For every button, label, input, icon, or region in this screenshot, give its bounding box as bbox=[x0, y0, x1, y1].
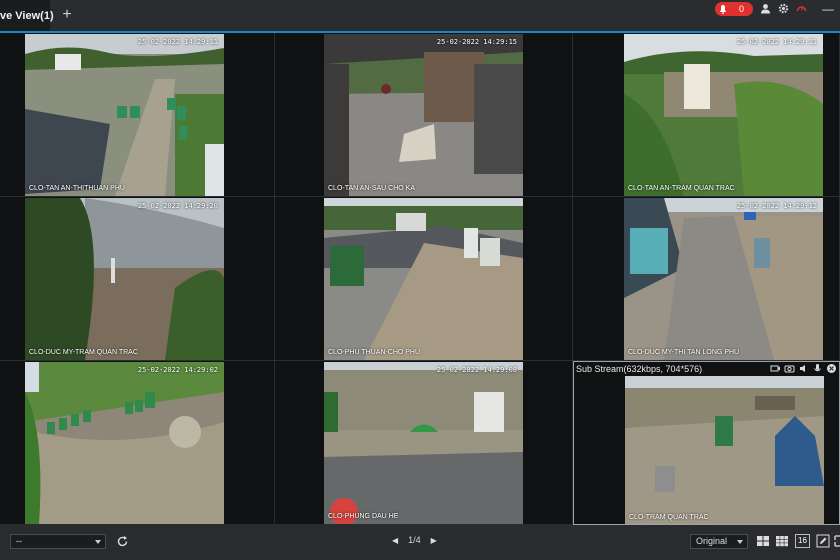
camera-timestamp: 25-02-2022 14:29:11 bbox=[137, 38, 218, 46]
aspect-ratio-select[interactable]: Original bbox=[690, 534, 748, 549]
chevron-down-icon bbox=[737, 540, 743, 544]
camera-label: CLO-PHU THUAN-CHO PHU bbox=[328, 349, 421, 356]
camera-feed-7: 25-02-2022 14:29:02 bbox=[25, 362, 224, 524]
user-icon[interactable] bbox=[760, 3, 771, 14]
audio-icon[interactable] bbox=[798, 363, 809, 374]
bell-icon bbox=[720, 5, 726, 14]
camera-feed-9: CLO-TRAM QUAN TRAC bbox=[625, 376, 824, 524]
camera-timestamp: 25-02-2022 14:29:11 bbox=[736, 38, 817, 46]
page-indicator: 1/4 bbox=[408, 535, 421, 545]
bottom-bar: -- ◀ 1/4 ▶ Original 16 bbox=[0, 525, 840, 560]
camera-label: CLO-DUC MY-THI TAN LONG PHU bbox=[628, 349, 740, 356]
layout-9-icon[interactable] bbox=[775, 534, 789, 548]
microphone-icon[interactable] bbox=[812, 363, 823, 374]
stream-info: Sub Stream(632kbps, 704*576) bbox=[576, 364, 703, 374]
camera-tile-3[interactable]: 25-02-2022 14:29:11 CLO-TAN AN-TRAM QUAN… bbox=[573, 33, 840, 197]
chevron-down-icon bbox=[95, 540, 101, 544]
camera-tile-1[interactable]: 25-02-2022 14:29:11 CLO-TAN AN-THITHUAN … bbox=[0, 33, 275, 197]
camera-tile-9-selected[interactable]: Sub Stream(632kbps, 704*576) CLO-TRAM QU… bbox=[573, 361, 840, 525]
camera-feed-4: 25-02-2022 14:29:20 CLO-DUC MY-TRAM QUAN… bbox=[25, 198, 224, 360]
aspect-ratio-value: Original bbox=[696, 536, 728, 546]
camera-feed-2: 25-02-2022 14:29:15 CLO-TAN AN-SAU CHO K… bbox=[324, 34, 523, 196]
camera-label: CLO-PHUNG DAU HE bbox=[328, 513, 399, 520]
edit-icon[interactable] bbox=[816, 534, 830, 548]
camera-label: CLO-TAN AN-THITHUAN PHU bbox=[29, 185, 125, 192]
layout-16-button[interactable]: 16 bbox=[795, 534, 810, 548]
top-bar: ve View(1) + 0 — bbox=[0, 0, 840, 33]
tab-live-view-label: ve View(1) bbox=[0, 9, 54, 22]
layout-4-icon[interactable] bbox=[756, 534, 770, 548]
camera-feed-3: 25-02-2022 14:29:11 CLO-TAN AN-TRAM QUAN… bbox=[624, 34, 823, 196]
camera-timestamp: 25-02-2022 14:29:15 bbox=[436, 38, 517, 46]
camera-label: CLO-TRAM QUAN TRAC bbox=[629, 514, 709, 521]
record-icon[interactable] bbox=[770, 363, 781, 374]
camera-tile-2[interactable]: 25-02-2022 14:29:15 CLO-TAN AN-SAU CHO K… bbox=[275, 33, 573, 197]
close-icon[interactable] bbox=[826, 363, 837, 374]
camera-grid: 25-02-2022 14:29:11 CLO-TAN AN-THITHUAN … bbox=[0, 33, 840, 525]
prev-page-icon[interactable]: ◀ bbox=[392, 536, 398, 545]
camera-feed-5: CLO-PHU THUAN-CHO PHU bbox=[324, 198, 523, 360]
page-navigation: ◀ 1/4 ▶ bbox=[392, 535, 437, 545]
tile-toolbar bbox=[770, 363, 837, 374]
camera-feed-6: 25-02-2022 14:29:12 CLO-DUC MY-THI TAN L… bbox=[624, 198, 823, 360]
alarm-count: 0 bbox=[738, 4, 744, 14]
plus-icon[interactable]: + bbox=[60, 7, 74, 23]
next-page-icon[interactable]: ▶ bbox=[431, 536, 437, 545]
camera-tile-6[interactable]: 25-02-2022 14:29:12 CLO-DUC MY-THI TAN L… bbox=[573, 197, 840, 361]
speedometer-icon[interactable] bbox=[796, 3, 807, 14]
minimize-button[interactable]: — bbox=[822, 2, 834, 16]
alarm-badge[interactable]: 0 bbox=[715, 2, 753, 16]
camera-feed-8: 25-02-2022 14:29:08 CLO-PHUNG DAU HE bbox=[324, 362, 523, 524]
camera-timestamp: 25-02-2022 14:29:02 bbox=[137, 366, 218, 374]
fullscreen-icon[interactable] bbox=[834, 534, 840, 548]
camera-tile-5[interactable]: CLO-PHU THUAN-CHO PHU bbox=[275, 197, 573, 361]
view-select[interactable]: -- bbox=[10, 534, 106, 549]
camera-timestamp: 25-02-2022 14:29:08 bbox=[436, 366, 517, 374]
camera-tile-8[interactable]: 25-02-2022 14:29:08 CLO-PHUNG DAU HE bbox=[275, 361, 573, 525]
refresh-icon[interactable] bbox=[116, 535, 129, 548]
camera-tile-7[interactable]: 25-02-2022 14:29:02 bbox=[0, 361, 275, 525]
snapshot-icon[interactable] bbox=[784, 363, 795, 374]
gear-icon[interactable] bbox=[778, 3, 789, 14]
camera-timestamp: 25-02-2022 14:29:20 bbox=[137, 202, 218, 210]
camera-timestamp: 25-02-2022 14:29:12 bbox=[736, 202, 817, 210]
camera-feed-1: 25-02-2022 14:29:11 CLO-TAN AN-THITHUAN … bbox=[25, 34, 224, 196]
view-select-value: -- bbox=[16, 536, 22, 546]
tab-live-view[interactable]: ve View(1) bbox=[0, 0, 54, 31]
camera-label: CLO-TAN AN-TRAM QUAN TRAC bbox=[628, 185, 735, 192]
camera-tile-4[interactable]: 25-02-2022 14:29:20 CLO-DUC MY-TRAM QUAN… bbox=[0, 197, 275, 361]
camera-label: CLO-TAN AN-SAU CHO KA bbox=[328, 185, 415, 192]
camera-label: CLO-DUC MY-TRAM QUAN TRAC bbox=[29, 349, 138, 356]
